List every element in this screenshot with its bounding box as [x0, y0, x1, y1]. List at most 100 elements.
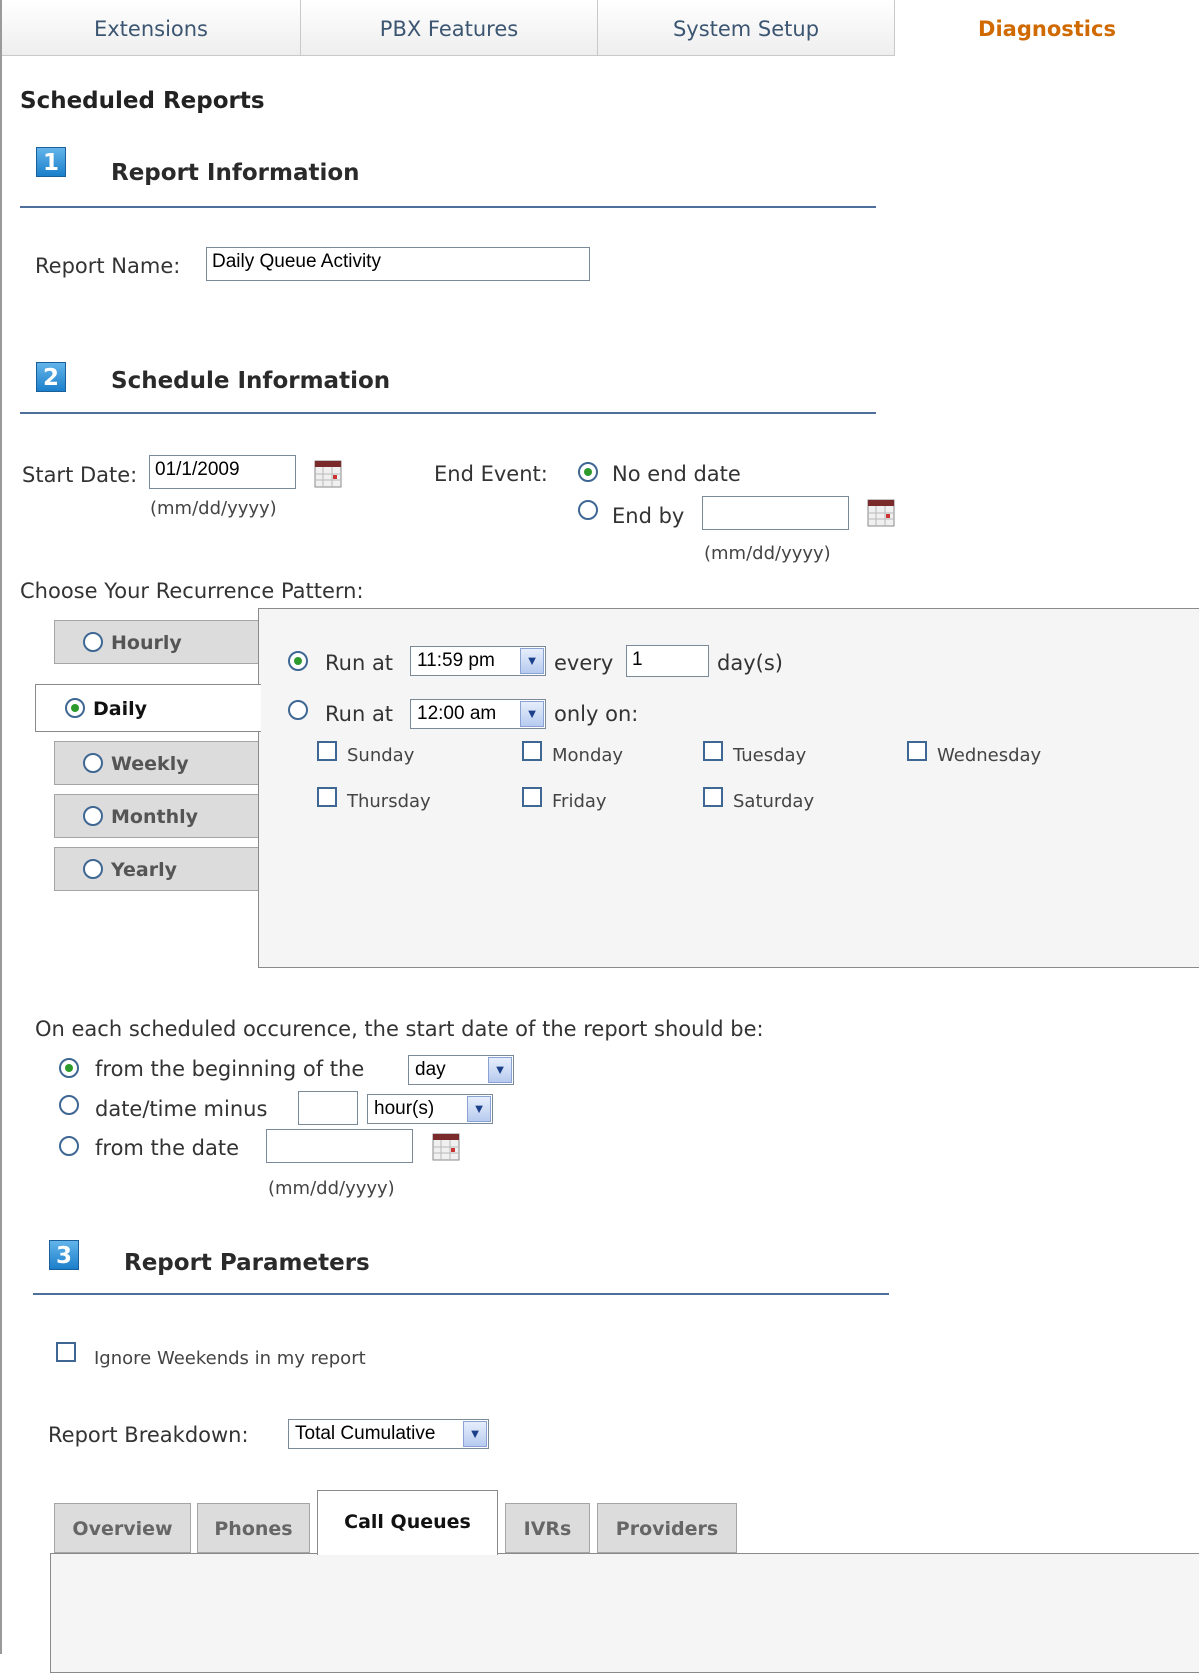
- date-time-minus-radio[interactable]: [59, 1095, 79, 1115]
- monthly-label: Monthly: [111, 806, 198, 828]
- report-name-input[interactable]: Daily Queue Activity: [206, 247, 590, 281]
- run-at-time-select-1[interactable]: 11:59 pm ▼: [410, 646, 546, 676]
- friday-checkbox[interactable]: [522, 787, 542, 807]
- monthly-radio[interactable]: [83, 806, 103, 826]
- minus-unit-select[interactable]: hour(s) ▼: [367, 1094, 493, 1124]
- ignore-weekends-label: Ignore Weekends in my report: [94, 1348, 366, 1369]
- recurrence-tab-monthly[interactable]: Monthly: [54, 794, 259, 838]
- step-1-icon: 1: [36, 147, 66, 177]
- from-date-format-hint: (mm/dd/yyyy): [268, 1178, 395, 1199]
- start-date-input[interactable]: 01/1/2009: [149, 455, 296, 489]
- from-date-radio[interactable]: [59, 1136, 79, 1156]
- daily-radio[interactable]: [65, 698, 85, 718]
- end-date-calendar-icon[interactable]: [867, 499, 895, 527]
- report-breakdown-value: Total Cumulative: [295, 1423, 436, 1444]
- nav-tab-diagnostics[interactable]: Diagnostics: [895, 0, 1199, 56]
- step-2-icon: 2: [36, 362, 66, 392]
- from-date-label: from the date: [95, 1136, 240, 1160]
- section-2-divider: [20, 412, 876, 414]
- sunday-checkbox[interactable]: [317, 741, 337, 761]
- nav-tab-system-setup[interactable]: System Setup: [598, 0, 895, 55]
- report-parameters-tab-panel: [50, 1553, 1199, 1673]
- no-end-date-radio[interactable]: [578, 462, 598, 482]
- start-date-format-hint: (mm/dd/yyyy): [150, 498, 277, 519]
- recurrence-label: Choose Your Recurrence Pattern:: [20, 579, 364, 603]
- run-at-time-value-1: 11:59 pm: [417, 650, 495, 671]
- run-at-time-select-2[interactable]: 12:00 am ▼: [410, 699, 546, 729]
- end-date-format-hint: (mm/dd/yyyy): [704, 543, 831, 564]
- tab-call-queues[interactable]: Call Queues: [317, 1490, 498, 1555]
- section-3-divider: [33, 1293, 889, 1295]
- wednesday-checkbox[interactable]: [907, 741, 927, 761]
- yearly-label: Yearly: [111, 859, 177, 881]
- run-at-label-2: Run at: [325, 702, 394, 726]
- beginning-period-value: day: [415, 1059, 446, 1080]
- end-by-radio[interactable]: [578, 500, 598, 520]
- every-label: every: [554, 651, 614, 675]
- recurrence-tab-yearly[interactable]: Yearly: [54, 847, 259, 891]
- chevron-down-icon: ▼: [463, 1421, 487, 1447]
- only-on-label: only on:: [554, 702, 639, 726]
- end-event-label: End Event:: [434, 462, 548, 486]
- wednesday-label: Wednesday: [937, 745, 1042, 766]
- report-breakdown-select[interactable]: Total Cumulative ▼: [288, 1419, 489, 1449]
- tuesday-label: Tuesday: [733, 745, 807, 766]
- date-time-minus-label: date/time minus: [95, 1097, 268, 1121]
- nav-tab-pbx-features[interactable]: PBX Features: [301, 0, 598, 55]
- tuesday-checkbox[interactable]: [703, 741, 723, 761]
- end-by-date-input[interactable]: [702, 496, 849, 530]
- saturday-label: Saturday: [733, 791, 815, 812]
- from-beginning-radio[interactable]: [59, 1058, 79, 1078]
- daily-label: Daily: [93, 698, 148, 720]
- ignore-weekends-checkbox[interactable]: [56, 1342, 76, 1362]
- every-days-input[interactable]: 1: [626, 645, 709, 677]
- tab-providers[interactable]: Providers: [597, 1503, 737, 1553]
- tab-ivrs[interactable]: IVRs: [505, 1503, 590, 1553]
- minus-amount-input[interactable]: [298, 1091, 358, 1125]
- run-at-label-1: Run at: [325, 651, 394, 675]
- from-date-calendar-icon[interactable]: [432, 1133, 460, 1161]
- step-3-icon: 3: [49, 1240, 79, 1270]
- run-at-only-on-radio[interactable]: [288, 700, 308, 720]
- from-date-input[interactable]: [266, 1129, 413, 1163]
- thursday-checkbox[interactable]: [317, 787, 337, 807]
- thursday-label: Thursday: [347, 791, 431, 812]
- weekly-radio[interactable]: [83, 753, 103, 773]
- chevron-down-icon: ▼: [520, 701, 544, 727]
- hourly-label: Hourly: [111, 632, 182, 654]
- monday-checkbox[interactable]: [522, 741, 542, 761]
- nav-tab-extensions[interactable]: Extensions: [2, 0, 301, 55]
- no-end-date-label: No end date: [612, 462, 741, 486]
- section-2-title: Schedule Information: [111, 368, 391, 394]
- from-beginning-label: from the beginning of the: [95, 1057, 365, 1081]
- sunday-label: Sunday: [347, 745, 415, 766]
- section-1-title: Report Information: [111, 160, 360, 186]
- monday-label: Monday: [552, 745, 624, 766]
- report-breakdown-label: Report Breakdown:: [48, 1423, 249, 1447]
- report-name-label: Report Name:: [35, 254, 181, 278]
- saturday-checkbox[interactable]: [703, 787, 723, 807]
- occurrence-label: On each scheduled occurence, the start d…: [35, 1017, 764, 1041]
- yearly-radio[interactable]: [83, 859, 103, 879]
- weekly-label: Weekly: [111, 753, 189, 775]
- chevron-down-icon: ▼: [520, 648, 544, 674]
- tab-phones[interactable]: Phones: [197, 1503, 310, 1553]
- beginning-period-select[interactable]: day ▼: [408, 1055, 514, 1085]
- tab-overview[interactable]: Overview: [54, 1503, 191, 1553]
- friday-label: Friday: [552, 791, 607, 812]
- top-navigation: Extensions PBX Features System Setup Dia…: [2, 0, 1199, 56]
- section-3-title: Report Parameters: [124, 1250, 370, 1276]
- start-date-label: Start Date:: [22, 463, 138, 487]
- recurrence-tab-weekly[interactable]: Weekly: [54, 741, 259, 785]
- section-1-divider: [20, 206, 876, 208]
- recurrence-tab-hourly[interactable]: Hourly: [54, 620, 259, 664]
- chevron-down-icon: ▼: [488, 1057, 512, 1083]
- recurrence-tab-daily[interactable]: Daily: [35, 684, 261, 732]
- window-left-border: [0, 0, 2, 1654]
- hourly-radio[interactable]: [83, 632, 103, 652]
- end-by-label: End by: [612, 504, 685, 528]
- start-date-calendar-icon[interactable]: [314, 460, 342, 488]
- run-at-time-value-2: 12:00 am: [417, 703, 497, 724]
- days-unit-label: day(s): [717, 651, 783, 675]
- run-at-every-radio[interactable]: [288, 651, 308, 671]
